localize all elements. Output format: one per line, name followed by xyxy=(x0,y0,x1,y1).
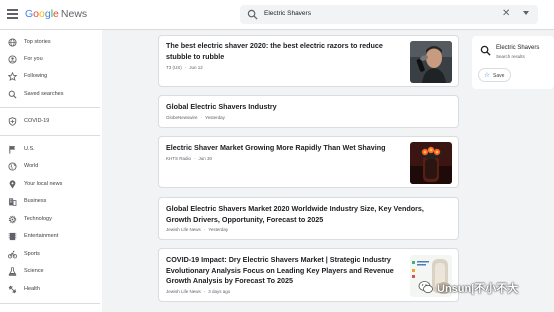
sidebar-divider xyxy=(0,303,100,304)
google-news-logo[interactable]: Google News xyxy=(25,8,87,20)
article-source[interactable]: GlobeNewswire xyxy=(166,115,198,120)
sidebar-item-technology[interactable]: Technology xyxy=(0,213,100,227)
article-time: Jun 12 xyxy=(189,65,203,70)
wechat-icon xyxy=(418,281,433,294)
article-card[interactable]: COVID-19 Impact: Dry Electric Shavers Ma… xyxy=(158,248,459,302)
article-source[interactable]: Jewish Life News xyxy=(166,289,201,294)
sidebar-item-business[interactable]: Business xyxy=(0,195,100,209)
building-icon xyxy=(9,198,17,206)
article-card[interactable]: Global Electric Shavers Market 2020 Worl… xyxy=(158,197,459,240)
article-source[interactable]: T3 (US) xyxy=(166,65,182,70)
sidebar-item-following[interactable]: Following xyxy=(0,70,100,84)
star-icon: ☆ xyxy=(484,72,490,79)
globe-icon xyxy=(8,38,17,47)
electric-shaver-image xyxy=(410,142,452,184)
article-card[interactable]: Global Electric Shavers Industry GlobeNe… xyxy=(158,95,459,128)
article-thumbnail[interactable] xyxy=(410,41,452,83)
sidebar-item-top-stories[interactable]: Top stories xyxy=(0,36,100,50)
bike-icon xyxy=(8,250,17,259)
clear-search-icon[interactable]: ✕ xyxy=(502,8,510,19)
article-meta: KHTS Radio · Jun 30 xyxy=(166,156,213,161)
sidebar: Top stories For you Following Saved sear… xyxy=(0,30,102,312)
save-label: Save xyxy=(493,73,505,79)
globe-icon xyxy=(8,162,17,171)
sidebar-divider xyxy=(0,135,100,136)
sidebar-divider xyxy=(0,107,100,108)
sidebar-item-entertainment[interactable]: Entertainment xyxy=(0,230,100,244)
article-thumbnail[interactable] xyxy=(410,142,452,184)
article-title[interactable]: Global Electric Shavers Market 2020 Worl… xyxy=(166,204,450,225)
sidebar-item-saved-searches[interactable]: Saved searches xyxy=(0,88,100,102)
flag-icon xyxy=(9,145,16,154)
sidebar-item-covid-19[interactable]: COVID-19 xyxy=(0,115,100,129)
film-icon xyxy=(8,232,17,241)
watermark-text: Unsun|不小不大 xyxy=(437,283,519,295)
article-meta: GlobeNewswire · Yesterday xyxy=(166,115,225,120)
sidebar-item-us[interactable]: U.S. xyxy=(0,143,100,157)
sidebar-item-sports[interactable]: Sports xyxy=(0,248,100,262)
star-icon xyxy=(8,72,17,81)
sidebar-item-local-news[interactable]: Your local news xyxy=(0,178,100,192)
hamburger-menu-icon[interactable] xyxy=(7,9,18,19)
article-time: Yesterday xyxy=(208,227,229,232)
article-title[interactable]: The best electric shaver 2020: the best … xyxy=(166,41,406,62)
sidebar-item-health[interactable]: Health xyxy=(0,283,100,297)
search-result-subtitle: Search results xyxy=(496,54,525,59)
search-options-dropdown-icon[interactable] xyxy=(523,11,529,15)
article-card[interactable]: The best electric shaver 2020: the best … xyxy=(158,35,459,87)
article-source[interactable]: Jewish Life News xyxy=(166,227,201,232)
article-meta: Jewish Life News · Yesterday xyxy=(166,227,229,232)
article-meta: T3 (US) · Jun 12 xyxy=(166,65,203,70)
search-input[interactable]: Electric Shavers xyxy=(264,10,311,17)
search-result-title: Electric Shavers xyxy=(496,45,540,51)
shield-icon xyxy=(8,117,17,126)
search-bar[interactable]: Electric Shavers ✕ xyxy=(240,5,538,24)
article-source[interactable]: KHTS Radio xyxy=(166,156,191,161)
article-title[interactable]: Electric Shaver Market Growing More Rapi… xyxy=(166,143,406,154)
article-title[interactable]: COVID-19 Impact: Dry Electric Shavers Ma… xyxy=(166,255,406,287)
person-icon xyxy=(8,55,17,64)
sidebar-item-science[interactable]: Science xyxy=(0,265,100,279)
sidebar-item-for-you[interactable]: For you xyxy=(0,53,100,67)
save-search-button[interactable]: ☆ Save xyxy=(478,68,511,82)
watermark: Unsun|不小不大 xyxy=(418,277,548,297)
article-meta: Jewish Life News · 3 days ago xyxy=(166,289,231,294)
article-title[interactable]: Global Electric Shavers Industry xyxy=(166,102,450,113)
article-card[interactable]: Electric Shaver Market Growing More Rapi… xyxy=(158,136,459,188)
flask-icon xyxy=(8,267,17,276)
gear-icon xyxy=(8,215,17,224)
article-time: Yesterday xyxy=(205,115,225,120)
article-time: 3 days ago xyxy=(208,289,231,294)
search-icon xyxy=(8,90,17,99)
article-time: Jun 30 xyxy=(198,156,213,161)
location-pin-icon xyxy=(9,180,16,189)
top-bar: Google News Electric Shavers ✕ xyxy=(0,0,554,30)
dumbbell-icon xyxy=(8,285,17,294)
sidebar-item-world[interactable]: World xyxy=(0,160,100,174)
search-icon xyxy=(480,45,491,56)
search-icon[interactable] xyxy=(247,9,258,20)
man-shaving-image xyxy=(410,41,452,83)
